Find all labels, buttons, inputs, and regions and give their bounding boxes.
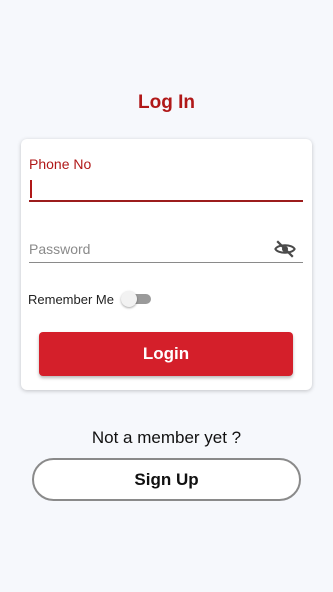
password-input[interactable] <box>29 236 303 263</box>
remember-me-toggle[interactable] <box>121 291 151 307</box>
remember-me-label: Remember Me <box>28 292 114 307</box>
text-cursor <box>30 180 32 198</box>
phone-input[interactable] <box>29 176 303 202</box>
login-button[interactable]: Login <box>39 332 293 376</box>
signup-button[interactable]: Sign Up <box>32 458 301 501</box>
phone-label: Phone No <box>29 156 92 172</box>
eye-off-icon[interactable] <box>274 238 296 260</box>
page-title: Log In <box>138 92 195 113</box>
toggle-thumb <box>121 291 137 307</box>
login-card: Phone No Remember Me Login <box>21 139 312 390</box>
not-member-text: Not a member yet ? <box>91 428 242 447</box>
